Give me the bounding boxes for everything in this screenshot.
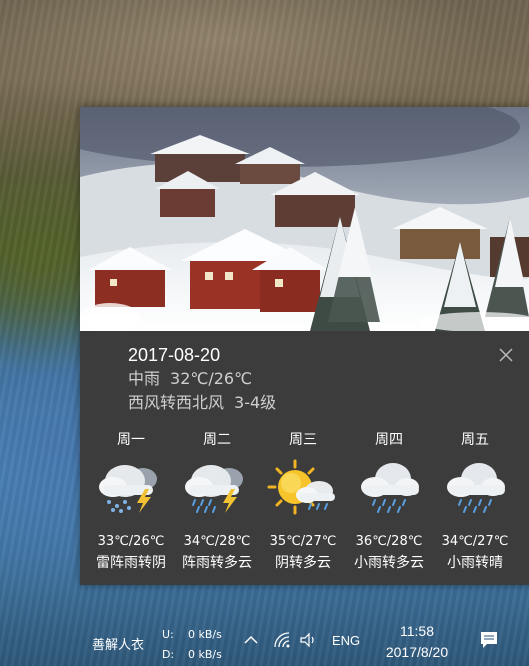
cloud-rain-icon [361, 463, 419, 513]
input-language-indicator[interactable]: ENG [332, 633, 360, 648]
upload-speed: 0 kB/s [188, 628, 222, 641]
forecast-day-name: 周四 [375, 432, 403, 448]
forecast-row: 周一 33℃/26℃ 雷阵雨转阴 周二 34℃/28℃ 阵雨转多云 周三 35℃… [88, 429, 524, 579]
forecast-temp: 36℃/28℃ [355, 534, 423, 549]
weather-banner-image [80, 107, 529, 331]
forecast-temp: 34℃/28℃ [183, 534, 251, 549]
forecast-desc: 小雨转多云 [354, 555, 424, 571]
forecast-day: 周一 33℃/26℃ 雷阵雨转阴 [88, 429, 174, 579]
forecast-day-name: 周五 [461, 432, 489, 448]
notification-icon [481, 632, 497, 648]
current-wind-level: 3-4级 [234, 393, 277, 412]
cloud-rain-icon [447, 463, 505, 513]
current-date: 2017-08-20 [128, 345, 221, 365]
forecast-temp: 35℃/27℃ [269, 534, 337, 549]
taskbar: 善解人衣 U: 0 kB/s D: 0 kB/s ENG 11:58 2017/… [0, 614, 529, 666]
current-condition-row: 中雨 32℃/26℃ [128, 367, 276, 391]
forecast-desc: 阵雨转多云 [182, 555, 252, 571]
thunder-rain-icon [185, 465, 243, 513]
show-hidden-icons-button[interactable] [241, 630, 261, 650]
clock-date: 2017/8/20 [385, 644, 449, 660]
upload-speed-row: U: 0 kB/s [162, 625, 222, 645]
download-label: D: [162, 648, 175, 661]
current-wind: 西风转西北风 [128, 393, 225, 412]
forecast-desc: 小雨转晴 [447, 555, 503, 571]
chevron-up-icon [244, 635, 258, 644]
forecast-day-name: 周二 [203, 432, 231, 448]
upload-label: U: [162, 628, 174, 641]
download-speed-row: D: 0 kB/s [162, 645, 222, 665]
current-temp-range: 32℃/26℃ [170, 369, 253, 388]
taskbar-clock[interactable]: 11:58 2017/8/20 [372, 621, 462, 663]
current-weather: 2017-08-20 中雨 32℃/26℃ 西风转西北风 3-4级 [128, 343, 276, 415]
clock-time: 11:58 [400, 623, 434, 639]
sun-cloud-rain-icon [267, 459, 335, 515]
forecast-temp: 33℃/26℃ [97, 534, 165, 549]
forecast-day: 周四 36℃/28℃ 小雨转多云 [346, 429, 432, 579]
wifi-button[interactable] [272, 630, 292, 650]
thunder-rain-snow-icon [99, 465, 157, 513]
network-speed-monitor: U: 0 kB/s D: 0 kB/s [162, 625, 222, 665]
action-center-button[interactable] [478, 629, 500, 651]
close-icon [499, 348, 513, 362]
forecast-desc: 阴转多云 [275, 555, 331, 571]
close-button[interactable] [496, 345, 516, 365]
weather-flyout: 2017-08-20 中雨 32℃/26℃ 西风转西北风 3-4级 周一 33℃… [80, 107, 529, 585]
forecast-day-name: 周三 [289, 432, 317, 448]
forecast-day: 周二 34℃/28℃ 阵雨转多云 [174, 429, 260, 579]
taskbar-app-label[interactable]: 善解人衣 [92, 634, 144, 653]
forecast-day: 周三 35℃/27℃ 阴转多云 [260, 429, 346, 579]
forecast-desc: 雷阵雨转阴 [96, 555, 166, 571]
forecast-day-name: 周一 [117, 432, 145, 448]
current-wind-row: 西风转西北风 3-4级 [128, 391, 276, 415]
forecast-day: 周五 34℃/27℃ 小雨转晴 [432, 429, 518, 579]
desktop-wallpaper: 2017-08-20 中雨 32℃/26℃ 西风转西北风 3-4级 周一 33℃… [0, 0, 529, 666]
current-condition: 中雨 [128, 369, 161, 388]
speaker-icon [300, 632, 314, 648]
wifi-icon [274, 632, 290, 648]
download-speed: 0 kB/s [188, 648, 222, 661]
forecast-temp: 34℃/27℃ [441, 534, 509, 549]
volume-button[interactable] [298, 630, 318, 650]
